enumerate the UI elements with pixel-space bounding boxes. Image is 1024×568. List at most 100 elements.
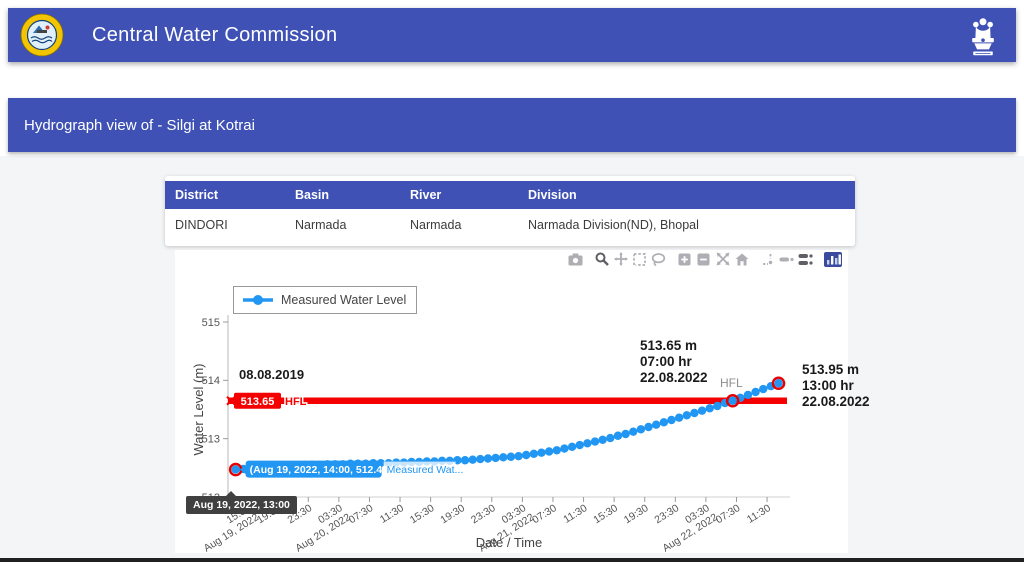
chart-annotation: 13:00 hr bbox=[802, 378, 855, 393]
legend-entry-label: Measured Water Level bbox=[281, 293, 406, 307]
cell-district: DINDORI bbox=[165, 209, 285, 234]
data-point[interactable] bbox=[698, 406, 706, 414]
svg-text:15:30: 15:30 bbox=[591, 502, 620, 526]
x-tick-label: 23:30 bbox=[652, 502, 681, 526]
data-point[interactable] bbox=[468, 455, 476, 463]
data-point[interactable] bbox=[706, 404, 714, 412]
data-point[interactable] bbox=[675, 413, 683, 421]
svg-text:19:30: 19:30 bbox=[622, 502, 651, 526]
svg-text:11:30: 11:30 bbox=[745, 502, 773, 526]
svg-text:07:30: 07:30 bbox=[714, 502, 743, 526]
data-point[interactable] bbox=[499, 453, 507, 461]
svg-text:11:30: 11:30 bbox=[378, 502, 406, 526]
station-info-card: District Basin River Division DINDORI Na… bbox=[165, 176, 855, 246]
data-point[interactable] bbox=[591, 437, 599, 445]
x-tick-label: 07:30 bbox=[530, 502, 559, 526]
data-point[interactable] bbox=[476, 455, 484, 463]
hfl-value-label: 513.65 bbox=[241, 396, 275, 408]
page-title: Hydrograph view of - Silgi at Kotrai bbox=[24, 117, 255, 134]
data-point[interactable] bbox=[560, 444, 568, 452]
table-row: DINDORI Narmada Narmada Narmada Division… bbox=[165, 209, 855, 234]
data-point[interactable] bbox=[728, 397, 736, 405]
chart-annotation: 513.65 m bbox=[640, 338, 697, 353]
y-axis-title: Water Level (m) bbox=[191, 364, 206, 456]
chart-annotation: 07:00 hr bbox=[640, 354, 693, 369]
india-national-emblem-icon bbox=[970, 15, 996, 61]
x-tick-label: 15:30 bbox=[408, 502, 437, 526]
data-point[interactable] bbox=[514, 452, 522, 460]
x-tick-label: 15:30 bbox=[591, 502, 620, 526]
data-point[interactable] bbox=[690, 409, 698, 417]
table-header-row: District Basin River Division bbox=[165, 181, 855, 209]
data-point[interactable] bbox=[576, 441, 584, 449]
data-point[interactable] bbox=[568, 443, 576, 451]
data-point[interactable] bbox=[583, 439, 591, 447]
column-header-division: Division bbox=[518, 181, 855, 209]
legend-series-glyph bbox=[242, 294, 274, 306]
x-axis-hover-tooltip: Aug 19, 2022, 13:00 bbox=[186, 496, 297, 514]
hydrograph-title-bar: Hydrograph view of - Silgi at Kotrai bbox=[8, 98, 1016, 152]
data-point[interactable] bbox=[484, 454, 492, 462]
x-tick-label: 07:30 bbox=[347, 502, 376, 526]
svg-text:07:30: 07:30 bbox=[530, 502, 559, 526]
hfl-crossing-label: HFL bbox=[720, 376, 743, 390]
data-point[interactable] bbox=[606, 434, 614, 442]
data-point[interactable] bbox=[614, 432, 622, 440]
cell-division: Narmada Division(ND), Bhopal bbox=[518, 209, 855, 234]
cwc-seal-logo-icon bbox=[20, 13, 64, 57]
column-header-river: River bbox=[400, 181, 518, 209]
data-point[interactable] bbox=[644, 423, 652, 431]
data-point[interactable] bbox=[522, 451, 530, 459]
hover-series-text: Measured Wat... bbox=[387, 464, 464, 476]
svg-text:11:30: 11:30 bbox=[561, 502, 589, 526]
data-point[interactable] bbox=[637, 425, 645, 433]
cell-basin: Narmada bbox=[285, 209, 400, 234]
x-tick-label: 11:30 bbox=[561, 502, 589, 526]
hfl-date-annotation: 08.08.2019 bbox=[239, 367, 304, 382]
station-table: District Basin River Division DINDORI Na… bbox=[165, 181, 855, 234]
x-tick-label: 11:30 bbox=[378, 502, 406, 526]
data-point[interactable] bbox=[545, 447, 553, 455]
data-point[interactable] bbox=[621, 430, 629, 438]
svg-text:15:30: 15:30 bbox=[408, 502, 437, 526]
data-point[interactable] bbox=[683, 411, 691, 419]
x-tick-label: 23:30 bbox=[469, 502, 498, 526]
data-point[interactable] bbox=[537, 448, 545, 456]
data-point[interactable] bbox=[507, 453, 515, 461]
svg-text:23:30: 23:30 bbox=[652, 502, 681, 526]
column-header-basin: Basin bbox=[285, 181, 400, 209]
svg-text:07:30: 07:30 bbox=[347, 502, 376, 526]
chart-annotation: 22.08.2022 bbox=[640, 370, 708, 385]
hover-tooltip-text: (Aug 19, 2022, 14:00, 512.47) bbox=[250, 464, 392, 476]
data-point[interactable] bbox=[660, 418, 668, 426]
cell-river: Narmada bbox=[400, 209, 518, 234]
hfl-line-label: HFL bbox=[285, 396, 307, 408]
footer-bar bbox=[0, 558, 1024, 562]
chart-annotation: 513.95 m bbox=[802, 362, 859, 377]
data-point[interactable] bbox=[751, 388, 759, 396]
data-point[interactable] bbox=[530, 450, 538, 458]
data-point[interactable] bbox=[744, 391, 752, 399]
app-header-bar: Central Water Commission bbox=[8, 8, 1016, 62]
data-point[interactable] bbox=[713, 402, 721, 410]
x-tick-label: 19:30 bbox=[438, 502, 467, 526]
chart-annotation: 22.08.2022 bbox=[802, 394, 870, 409]
x-tick-label: 07:30 bbox=[714, 502, 743, 526]
column-header-district: District bbox=[165, 181, 285, 209]
data-point[interactable] bbox=[629, 427, 637, 435]
data-point[interactable] bbox=[759, 385, 767, 393]
x-axis-title: Date / Time bbox=[476, 535, 542, 550]
data-point[interactable] bbox=[774, 379, 782, 387]
svg-text:23:30: 23:30 bbox=[469, 502, 498, 526]
y-tick-label: 515 bbox=[202, 317, 220, 329]
data-point[interactable] bbox=[667, 416, 675, 424]
x-tick-label: 19:30 bbox=[622, 502, 651, 526]
data-point[interactable] bbox=[231, 465, 239, 473]
app-title: Central Water Commission bbox=[92, 24, 337, 47]
data-point[interactable] bbox=[598, 436, 606, 444]
data-point[interactable] bbox=[491, 454, 499, 462]
data-point[interactable] bbox=[553, 446, 561, 454]
x-tick-label: 11:30 bbox=[745, 502, 773, 526]
data-point[interactable] bbox=[652, 420, 660, 428]
legend[interactable]: Measured Water Level bbox=[233, 286, 417, 314]
